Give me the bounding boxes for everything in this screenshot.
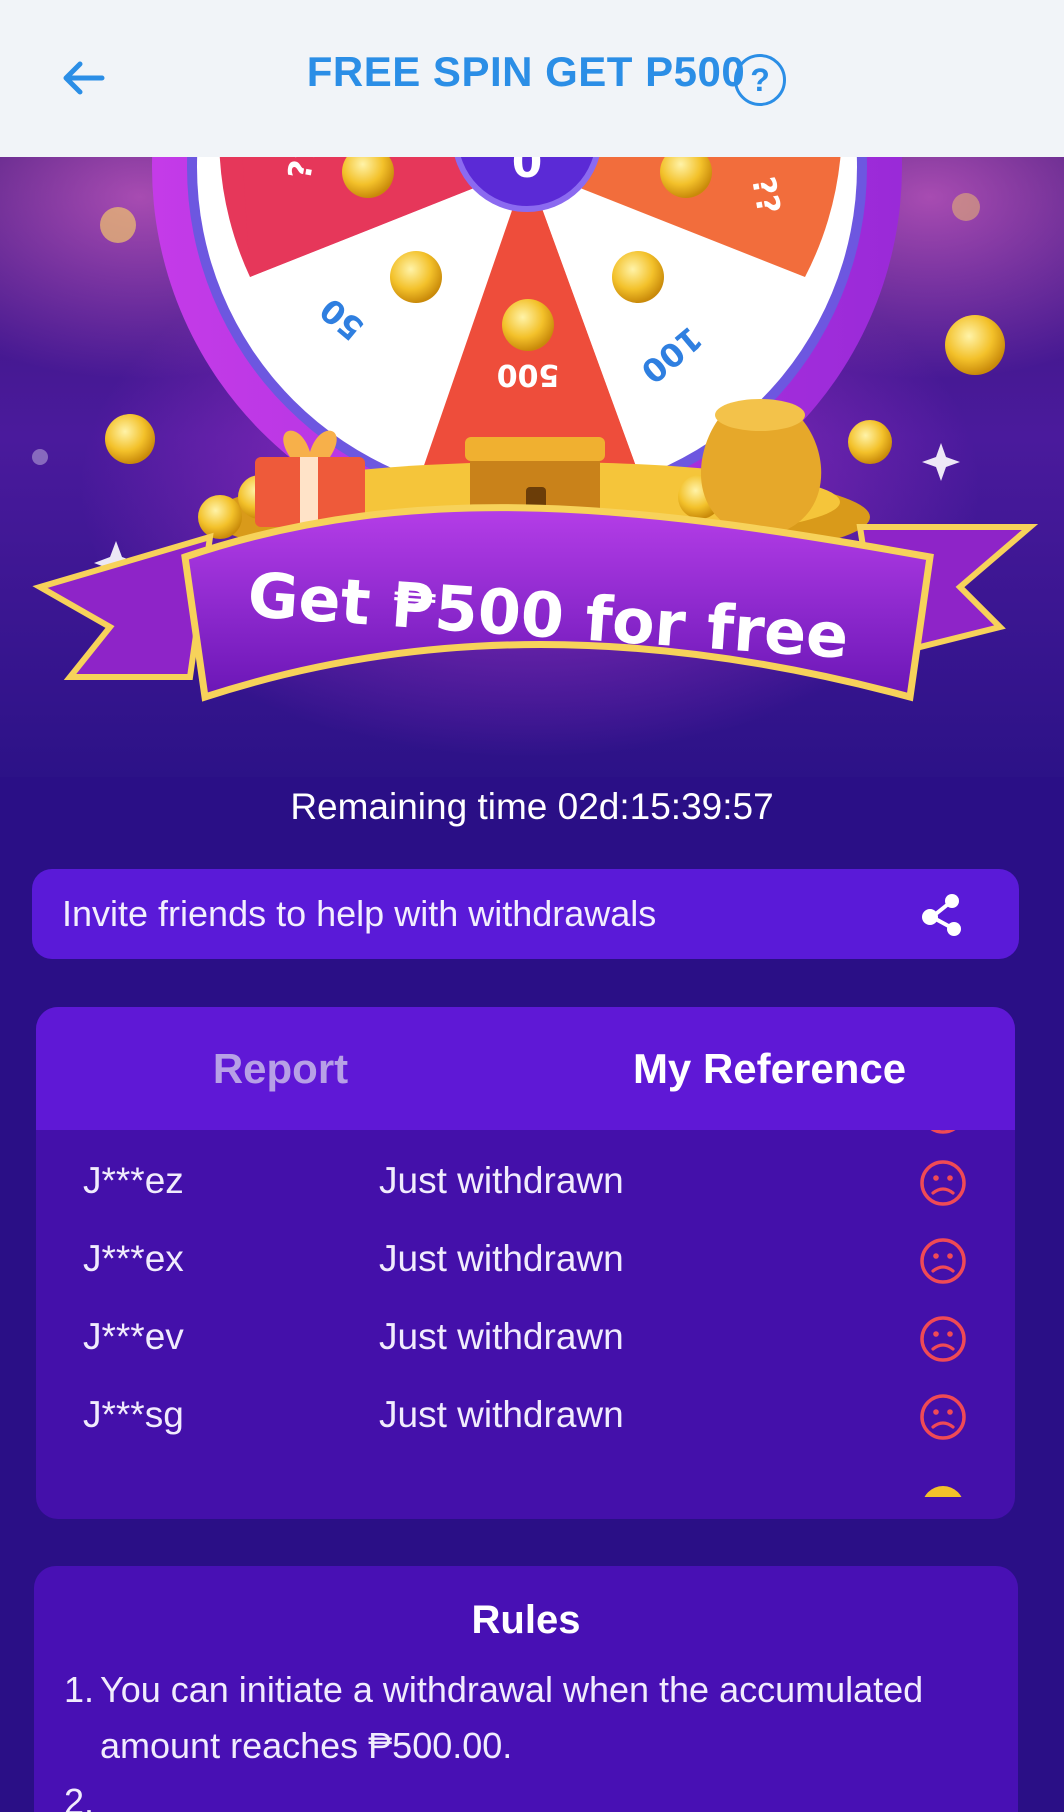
- rule-number: 1.: [64, 1669, 95, 1710]
- wheel-label: 500: [497, 357, 560, 392]
- status-text: Just withdrawn: [379, 1238, 624, 1279]
- list-item: J***sg Just withdrawn: [36, 1378, 1015, 1456]
- top-bar: FREE SPIN GET P500 ?: [0, 0, 1064, 157]
- invite-label: Invite friends to help with withdrawals: [62, 893, 657, 934]
- withdraw-list[interactable]: J***ez Just withdrawn J***ex Just withdr…: [36, 1130, 1015, 1497]
- status-text: Just withdrawn: [379, 1160, 624, 1201]
- sad-face-icon: [920, 1394, 966, 1440]
- share-icon[interactable]: [918, 891, 966, 939]
- user-name: J***ex: [83, 1238, 184, 1279]
- list-item: [36, 1468, 1015, 1497]
- rules-card: Rules 1. You can initiate a withdrawal w…: [34, 1566, 1018, 1812]
- user-name: J***sg: [83, 1394, 184, 1435]
- user-name: J***ez: [83, 1160, 184, 1201]
- sad-face-icon: [920, 1160, 966, 1206]
- coin-icon: [924, 1486, 962, 1497]
- hero-illustration: ?? ?? 50 500 100 0 Get ₱500 for free: [32, 157, 1039, 702]
- tab-my-reference[interactable]: My Reference: [525, 1007, 1014, 1130]
- list-item: J***ez Just withdrawn: [36, 1144, 1015, 1222]
- rule-text: [100, 1774, 994, 1812]
- withdraw-records-panel: Report My Reference J***ez Just withdraw…: [36, 1007, 1015, 1519]
- question-mark-icon: ?: [750, 61, 770, 98]
- page-title: FREE SPIN GET P500: [306, 48, 746, 95]
- remaining-time: Remaining time 02d:15:39:57: [290, 786, 774, 827]
- user-name: J***ev: [83, 1316, 184, 1357]
- wheel-center-label: 0: [512, 157, 543, 188]
- wheel-label: ??: [744, 174, 788, 217]
- status-text: Just withdrawn: [379, 1316, 624, 1357]
- rule-text: You can initiate a withdrawal when the a…: [100, 1669, 924, 1766]
- sad-face-icon: [920, 1316, 966, 1362]
- tab-report[interactable]: Report: [36, 1007, 525, 1130]
- rule-item: 1. You can initiate a withdrawal when th…: [64, 1662, 994, 1774]
- status-text: Just withdrawn: [379, 1394, 624, 1435]
- rule-item: 2.: [64, 1774, 994, 1812]
- list-item: J***ev Just withdrawn: [36, 1300, 1015, 1378]
- sad-face-icon: [930, 1130, 956, 1134]
- list-item: J***ex Just withdrawn: [36, 1222, 1015, 1300]
- tab-bar: Report My Reference: [36, 1007, 1015, 1130]
- help-button[interactable]: ?: [734, 54, 786, 106]
- rules-title: Rules: [471, 1598, 581, 1642]
- invite-friends-button[interactable]: Invite friends to help with withdrawals: [32, 869, 1019, 959]
- rule-number: 2.: [64, 1781, 95, 1812]
- spin-wheel-banner: ?? ?? 50 500 100 0 Get ₱500 for free: [0, 157, 1064, 777]
- sad-face-icon: [920, 1238, 966, 1284]
